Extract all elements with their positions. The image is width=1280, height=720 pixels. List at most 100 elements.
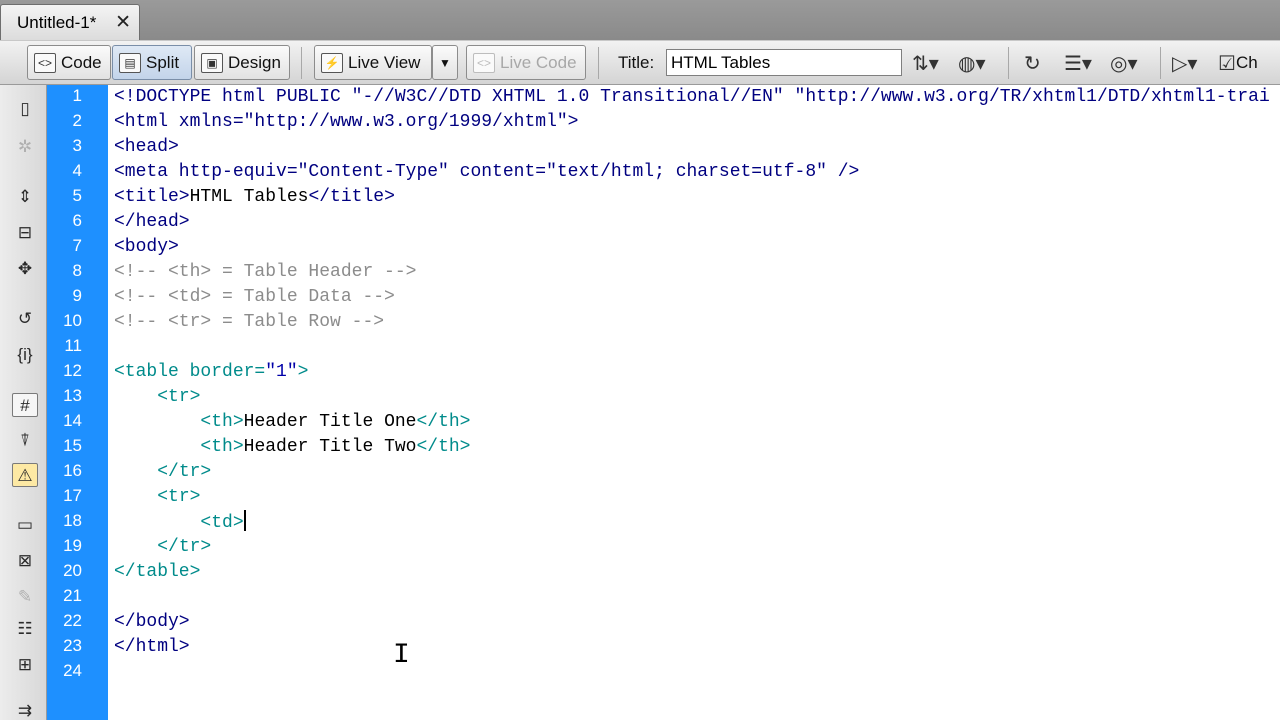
- code-line: <head>: [114, 135, 179, 160]
- syntax-error-alerts-icon[interactable]: ⚠: [12, 463, 38, 487]
- code-token: Header Title Two: [243, 437, 417, 457]
- code-line: <!DOCTYPE html PUBLIC "-//W3C//DTD XHTML…: [114, 85, 1270, 110]
- design-view-button[interactable]: ▣ Design: [194, 45, 290, 80]
- line-number: 9: [72, 286, 82, 305]
- line-number: 20: [63, 561, 82, 580]
- view-options-icon[interactable]: ☰▾: [1064, 49, 1092, 77]
- code-line: <tr>: [114, 485, 200, 510]
- open-documents-icon[interactable]: ▯: [12, 97, 38, 121]
- visual-aids-icon[interactable]: ◎▾: [1110, 49, 1138, 77]
- code-line: </body>: [114, 610, 190, 635]
- code-token: </title>: [308, 187, 395, 207]
- page-title-input[interactable]: [666, 49, 902, 76]
- validate-markup-icon[interactable]: ▷▾: [1172, 49, 1197, 77]
- show-code-navigator-icon[interactable]: ✲: [12, 135, 38, 159]
- split-view-button[interactable]: ▤ Split: [112, 45, 192, 80]
- document-tab-label: Untitled-1*: [17, 12, 97, 32]
- line-number: 7: [72, 236, 82, 255]
- toolbar-separator: [598, 47, 599, 79]
- code-line: </tr>: [114, 535, 211, 560]
- apply-comment-icon[interactable]: ▭: [12, 513, 38, 537]
- document-tab[interactable]: Untitled-1* ✕: [0, 4, 140, 40]
- check-page-icon: ☑: [1218, 52, 1236, 75]
- file-management-icon[interactable]: ⇅▾: [912, 49, 939, 77]
- code-line: <table border="1">: [114, 360, 308, 385]
- remove-comment-icon[interactable]: ⊠: [12, 549, 38, 573]
- code-token: </th>: [416, 437, 471, 457]
- line-number: 18: [63, 511, 82, 530]
- live-view-button[interactable]: ⚡ Live View: [314, 45, 432, 80]
- code-line: <html xmlns="http://www.w3.org/1999/xhtm…: [114, 110, 578, 135]
- code-line: </head>: [114, 210, 190, 235]
- code-token: "1": [265, 362, 298, 382]
- code-line: <meta http-equiv="Content-Type" content=…: [114, 160, 859, 185]
- highlight-invalid-code-icon[interactable]: ⍒: [12, 429, 38, 453]
- code-token: <!DOCTYPE html PUBLIC "-//W3C//DTD XHTML…: [114, 87, 1270, 107]
- code-line: <!-- <tr> = Table Row -->: [114, 310, 384, 335]
- coding-toolbar: ▯ ✲ ⇕ ⊟ ✥ ↺ {i} # ⍒ ⚠ ▭ ⊠ ✎ ☷ ⊞ ⇉: [0, 85, 47, 720]
- code-token: <!-- <th> = Table Header -->: [114, 262, 417, 282]
- line-number: 22: [63, 611, 82, 630]
- code-line: <th>Header Title Two</th>: [114, 435, 470, 460]
- line-number: 11: [64, 336, 82, 355]
- close-icon[interactable]: ✕: [115, 11, 131, 34]
- expand-all-icon[interactable]: ✥: [12, 257, 38, 281]
- code-line: <th>Header Title One</th>: [114, 410, 470, 435]
- code-token: <tr>: [157, 387, 201, 407]
- live-code-icon: <>: [473, 52, 495, 73]
- move-css-icon[interactable]: ⊞: [12, 653, 38, 677]
- select-parent-tag-icon[interactable]: ↺: [12, 307, 38, 331]
- toolbar-separator: [1160, 47, 1161, 79]
- live-view-dropdown[interactable]: ▼: [432, 45, 458, 80]
- wrap-tag-icon[interactable]: ✎: [12, 585, 38, 609]
- line-number: 6: [72, 211, 82, 230]
- balance-braces-icon[interactable]: {i}: [12, 343, 38, 367]
- toolbar-separator: [1008, 47, 1009, 79]
- code-line: <body>: [114, 235, 179, 260]
- design-view-icon: ▣: [201, 52, 223, 73]
- line-number: 12: [63, 361, 82, 380]
- collapse-selection-icon[interactable]: ⊟: [12, 221, 38, 245]
- code-token: <table border=: [114, 362, 266, 382]
- code-token: <body>: [114, 237, 179, 257]
- code-line: <!-- <th> = Table Header -->: [114, 260, 416, 285]
- code-editor[interactable]: <!DOCTYPE html PUBLIC "-//W3C//DTD XHTML…: [108, 85, 1280, 720]
- code-line: <tr>: [114, 385, 200, 410]
- line-number: 5: [72, 186, 82, 205]
- page-title-label: Title:: [618, 53, 655, 72]
- live-view-label: Live View: [348, 52, 421, 72]
- code-token: <!-- <tr> = Table Row -->: [114, 312, 385, 332]
- refresh-icon[interactable]: ↻: [1024, 49, 1041, 77]
- code-token: >: [297, 362, 309, 382]
- check-page-button[interactable]: ☑ Ch: [1218, 49, 1258, 77]
- code-token: </table>: [114, 562, 201, 582]
- code-line: </tr>: [114, 460, 211, 485]
- code-line: <title>HTML Tables</title>: [114, 185, 395, 210]
- indent-code-icon[interactable]: ⇉: [12, 699, 38, 720]
- code-view-label: Code: [61, 52, 102, 72]
- code-token: <th>: [200, 437, 244, 457]
- code-line: <!-- <td> = Table Data -->: [114, 285, 395, 310]
- code-token: <td>: [200, 513, 244, 533]
- code-token: </head>: [114, 212, 190, 232]
- recent-snippets-icon[interactable]: ☷: [12, 617, 38, 641]
- globe-preview-icon[interactable]: ◍▾: [958, 49, 986, 77]
- code-token: </body>: [114, 612, 190, 632]
- line-number: 16: [63, 461, 82, 480]
- collapse-full-tag-icon[interactable]: ⇕: [12, 185, 38, 209]
- line-number: 15: [63, 436, 82, 455]
- code-token: </html>: [114, 637, 190, 657]
- live-code-button[interactable]: <> Live Code: [466, 45, 586, 80]
- line-number: 8: [72, 261, 82, 280]
- code-token: <html xmlns="http://www.w3.org/1999/xhtm…: [114, 112, 579, 132]
- line-number: 21: [63, 586, 82, 605]
- code-line: <td>: [114, 510, 246, 535]
- code-view-button[interactable]: <> Code: [27, 45, 111, 80]
- line-numbers-icon[interactable]: #: [12, 393, 38, 417]
- code-token: <head>: [114, 137, 179, 157]
- line-number: 13: [63, 386, 82, 405]
- live-view-icon: ⚡: [321, 52, 343, 73]
